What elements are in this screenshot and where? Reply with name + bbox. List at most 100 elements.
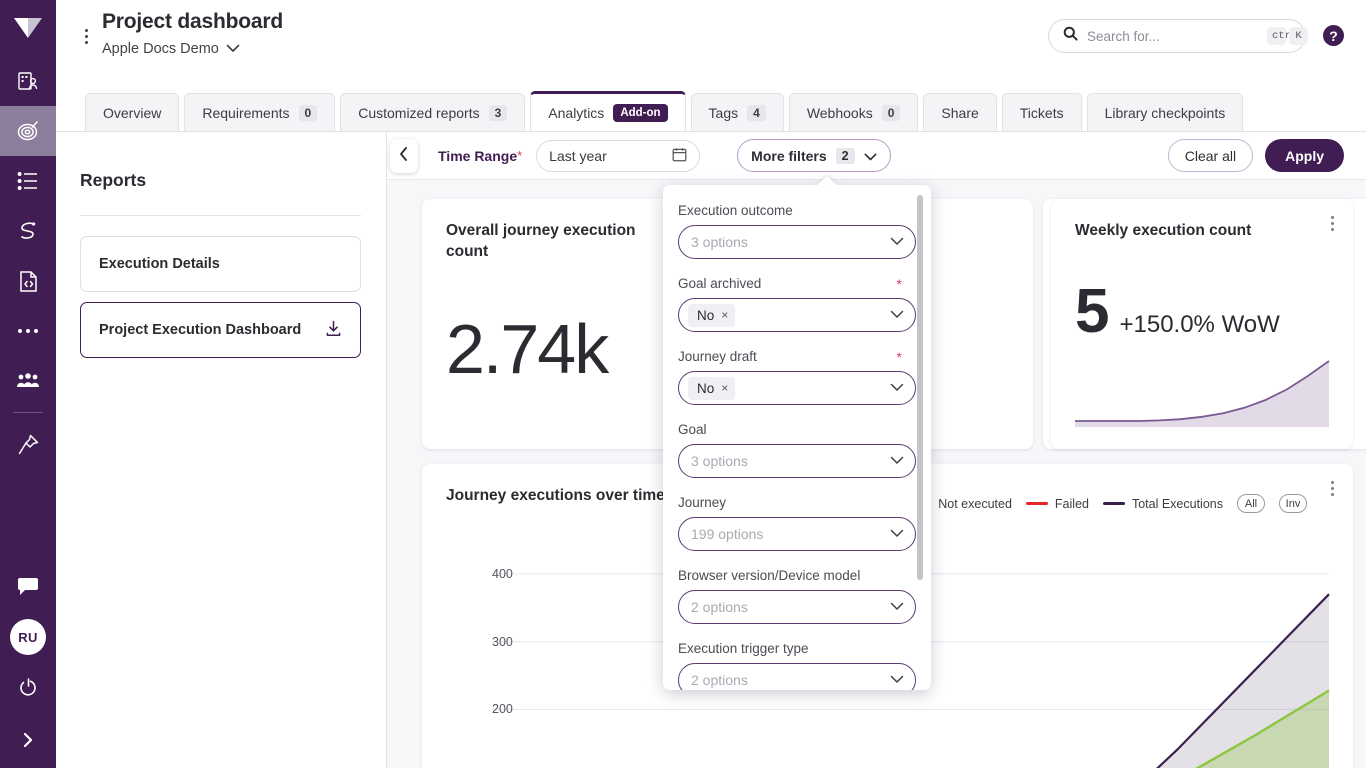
sidebar-item-more[interactable] [0,306,56,356]
chevron-down-icon [226,40,240,58]
filter-field-select[interactable]: 2 options [678,663,916,690]
time-range-field[interactable]: Last year [536,139,701,172]
pin-icon [17,433,40,456]
apply-button[interactable]: Apply [1265,139,1344,172]
filter-field-label: Journey draft [678,349,757,364]
tab-label: Customized reports [358,104,480,121]
expand-chevron-icon [19,731,37,749]
weekly-metric: 5 +150.0% WoW [1075,281,1280,343]
filter-field-select[interactable]: No × [678,371,916,405]
chip-remove-icon[interactable]: × [721,308,728,322]
filter-field-label: Goal [678,422,707,437]
report-list-item[interactable]: Project Execution Dashboard [80,302,361,358]
filter-field: Journey 199 options [678,495,916,551]
chat-bubble-icon [16,577,40,597]
journey-path-icon [17,220,39,242]
filter-field-label: Browser version/Device model [678,568,861,583]
breadcrumb[interactable]: Apple Docs Demo [102,40,240,58]
filter-field-select[interactable]: 3 options [678,225,916,259]
chip-remove-icon[interactable]: × [721,381,728,395]
rail-divider [13,412,43,413]
tab-label: Library checkpoints [1104,104,1226,121]
filter-field-select[interactable]: 3 options [678,444,916,478]
required-mark: * [896,276,902,292]
dropdown-scrollbar[interactable] [917,195,923,580]
avatar-initials: RU [10,619,46,655]
tab-label: Overview [103,104,162,121]
time-range-required-mark: * [517,148,523,163]
reports-divider [80,215,361,216]
search-box[interactable]: ctrl K [1048,19,1308,53]
tab-tags[interactable]: Tags 4 [690,93,784,131]
sidebar-item-list[interactable] [0,156,56,206]
avatar[interactable]: RU [0,612,56,662]
filter-field-select[interactable]: No × [678,298,916,332]
filter-field: Goal archived * No × [678,276,916,332]
sidebar-item-power[interactable] [0,662,56,712]
header-kebab-menu[interactable] [76,22,96,50]
chevron-down-icon [890,598,904,616]
chevron-down-icon [890,379,904,397]
sidebar-item-journey-path[interactable] [0,206,56,256]
legend-toggle-all[interactable]: All [1237,494,1265,513]
filter-field-select[interactable]: 2 options [678,590,916,624]
card-kebab-menu[interactable] [1323,478,1341,498]
filter-chip: No × [688,376,736,400]
legend-item[interactable]: Failed [1025,497,1089,511]
card-weekly-execution-count: Weekly execution count 5 +150.0% WoW [1051,199,1353,449]
building-user-icon [17,70,39,92]
list-icon [17,171,39,191]
sidebar-item-pin[interactable] [0,419,56,469]
chevron-left-icon [399,146,409,166]
filter-field-placeholder: 3 options [691,234,748,250]
tab-library-checkpoints[interactable]: Library checkpoints [1086,93,1244,131]
page-header: Project dashboard Apple Docs Demo ctrl K… [56,0,1366,85]
clear-all-button[interactable]: Clear all [1167,139,1254,172]
tab-bar: Overview Requirements 0 Customized reports 3… [56,85,1366,132]
filter-field-select[interactable]: 199 options [678,517,916,551]
tab-overview[interactable]: Overview [85,93,180,131]
sidebar-expand-button[interactable] [0,712,56,768]
tab-webhooks[interactable]: Webhooks 0 [788,93,919,131]
weekly-sparkline [1075,355,1330,427]
weekly-value: 5 [1075,277,1110,346]
report-list-item[interactable]: Execution Details [80,236,361,292]
tab-customized-reports[interactable]: Customized reports 3 [340,93,526,131]
sidebar-item-target[interactable] [0,106,56,156]
card-kebab-menu[interactable] [1323,213,1341,233]
filter-chip-label: No [697,380,715,396]
download-icon[interactable] [325,320,342,341]
tab-requirements[interactable]: Requirements 0 [184,93,336,131]
sidebar-item-code-file[interactable] [0,256,56,306]
filter-field-label: Execution outcome [678,203,793,218]
collapse-panel-button[interactable] [390,139,418,173]
sidebar-item-building-user[interactable] [0,56,56,106]
help-button[interactable]: ? [1323,25,1344,46]
tab-tickets[interactable]: Tickets [1001,93,1082,131]
tab-label: Analytics [548,104,605,121]
legend-swatch [1102,502,1125,505]
legend-toggle-inv[interactable]: Inv [1279,494,1307,513]
more-filters-label: More filters [751,147,827,164]
sidebar-item-chat[interactable] [0,562,56,612]
filter-field-label: Journey [678,495,727,510]
legend-label: Total Executions [1131,496,1223,511]
filter-field: Journey draft * No × [678,349,916,405]
more-filters-button[interactable]: More filters 2 [737,139,891,172]
chevron-down-icon [890,452,904,470]
tab-share[interactable]: Share [923,93,997,131]
filter-field: Execution trigger type 2 options [678,641,916,690]
tab-analytics[interactable]: Analytics Add-on [530,91,686,131]
legend-item[interactable]: Total Executions [1102,496,1223,511]
filter-field-placeholder: 2 options [691,599,748,615]
left-rail: RU [0,0,56,768]
search-input[interactable] [1087,28,1264,44]
filter-actions: Clear all Apply [1167,139,1366,172]
breadcrumb-label: Apple Docs Demo [102,41,219,57]
sidebar-item-people[interactable] [0,356,56,406]
overall-execution-value: 2.74k [446,310,609,388]
page-title: Project dashboard [102,10,283,33]
reports-title: Reports [80,170,147,190]
filter-chip: No × [688,303,736,327]
logo-chevron-icon[interactable] [0,0,56,56]
